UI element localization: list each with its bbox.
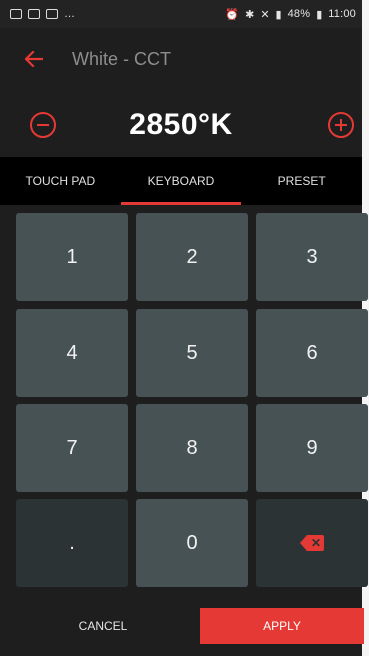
key-0[interactable]: 0 (136, 499, 248, 587)
key-decimal[interactable]: . (16, 499, 128, 587)
key-1[interactable]: 1 (16, 213, 128, 301)
backspace-icon: ✕ (300, 535, 324, 551)
increase-button[interactable] (328, 112, 354, 138)
clock: 11:00 (328, 8, 356, 20)
notification-icon (28, 9, 40, 19)
mute-icon: ✕ (260, 8, 270, 21)
temperature-control: 2850°K (0, 95, 362, 155)
tab-bar: TOUCH PAD KEYBOARD PRESET (0, 157, 362, 205)
tab-preset[interactable]: PRESET (241, 157, 362, 205)
more-notifications-icon: … (64, 8, 75, 20)
page-title: White - CCT (72, 48, 171, 69)
key-5[interactable]: 5 (136, 309, 248, 397)
app-screen: … ⏰ ✱ ✕ ▮ 48% ▮ 11:00 White - CCT 2850°K (0, 0, 369, 656)
status-bar-left: … (10, 8, 75, 20)
tab-keyboard[interactable]: KEYBOARD (120, 157, 242, 205)
tab-touch-pad[interactable]: TOUCH PAD (0, 157, 121, 205)
key-4[interactable]: 4 (16, 309, 128, 397)
battery-percent: 48% (287, 8, 311, 20)
plus-icon-vertical (339, 119, 343, 131)
key-6[interactable]: 6 (256, 309, 368, 397)
minus-icon (37, 123, 49, 127)
key-2[interactable]: 2 (136, 213, 248, 301)
key-7[interactable]: 7 (16, 404, 128, 492)
status-bar-right: ⏰ ✱ ✕ ▮ 48% ▮ 11:00 (225, 8, 356, 21)
battery-icon: ▮ (316, 8, 323, 21)
status-bar: … ⏰ ✱ ✕ ▮ 48% ▮ 11:00 (0, 0, 362, 28)
cancel-button[interactable]: CANCEL (38, 608, 168, 644)
key-8[interactable]: 8 (136, 404, 248, 492)
alarm-icon: ⏰ (225, 8, 240, 21)
bluetooth-icon: ✱ (245, 8, 255, 21)
message-icon (10, 9, 22, 19)
chat-icon (46, 9, 58, 19)
decrease-button[interactable] (30, 112, 56, 138)
backspace-button[interactable]: ✕ (256, 499, 368, 587)
temperature-value: 2850°K (129, 108, 233, 141)
back-arrow-icon[interactable] (24, 50, 44, 68)
key-9[interactable]: 9 (256, 404, 368, 492)
key-3[interactable]: 3 (256, 213, 368, 301)
action-bar: CANCEL APPLY (0, 600, 364, 656)
signal-icon: ▮ (275, 8, 282, 21)
apply-button[interactable]: APPLY (200, 608, 364, 644)
app-header: White - CCT (0, 28, 362, 90)
